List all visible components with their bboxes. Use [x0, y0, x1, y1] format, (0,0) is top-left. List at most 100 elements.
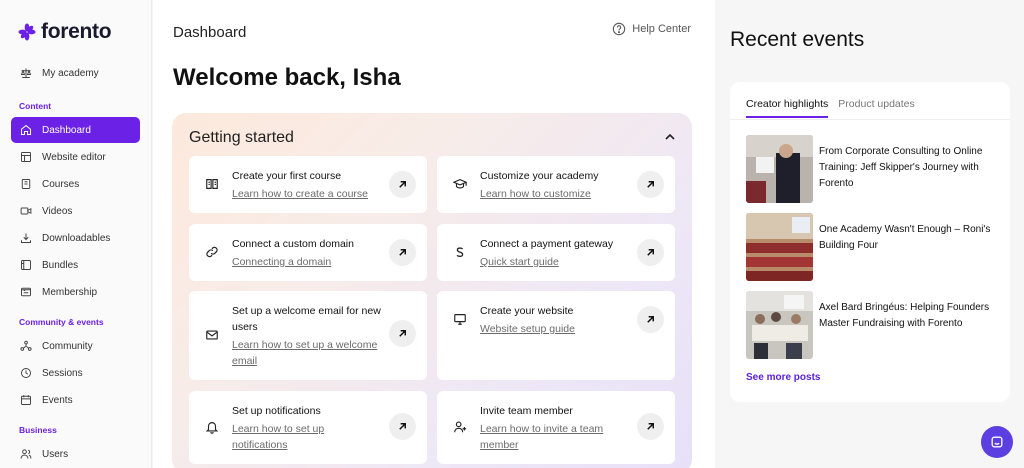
arrow-up-right-icon [647, 249, 654, 256]
card-arrow-button[interactable] [389, 239, 416, 266]
sidebar-item-label: Membership [42, 286, 98, 298]
card-payment-gateway[interactable]: Connect a payment gateway Quick start gu… [437, 224, 675, 281]
card-arrow-button[interactable] [637, 239, 664, 266]
card-title: Connect a custom domain [232, 238, 354, 250]
post-item[interactable]: Axel Bard Bringéus: Helping Founders Mas… [746, 291, 996, 359]
sidebar-item-label: Dashboard [42, 124, 91, 136]
post-thumbnail [746, 135, 813, 203]
sidebar-item-sessions[interactable]: Sessions [11, 360, 140, 386]
sidebar-section-community: Community & events [19, 317, 104, 327]
question-circle-icon [613, 22, 626, 36]
brand-name: forento [41, 20, 112, 43]
post-thumbnail [746, 291, 813, 359]
page-title: Dashboard [173, 24, 247, 41]
sidebar-item-label: Downloadables [42, 232, 111, 244]
book-icon [21, 179, 31, 189]
post-title: Axel Bard Bringéus: Helping Founders Mas… [819, 302, 990, 329]
recent-events-panel: Recent events Creator highlights Product… [716, 0, 1024, 468]
help-center-label: Help Center [632, 23, 691, 35]
user-plus-icon [454, 421, 467, 433]
getting-started-panel: Getting started Create your first course… [172, 113, 692, 468]
scale-icon [20, 68, 32, 78]
bell-icon [205, 422, 219, 434]
post-item[interactable]: One Academy Wasn't Enough – Roni's Build… [746, 213, 996, 281]
sidebar-item-downloadables[interactable]: Downloadables [11, 225, 140, 251]
sidebar-item-dashboard[interactable]: Dashboard [11, 117, 140, 143]
calendar-icon [21, 395, 31, 405]
sidebar-item-label: Courses [42, 178, 80, 190]
brand-logo[interactable]: forento [18, 20, 112, 44]
sidebar-item-label: Users [42, 448, 69, 460]
sidebar-item-label: Videos [42, 205, 73, 217]
sidebar-item-website-editor[interactable]: Website editor [11, 144, 140, 170]
sidebar-item-label: Community [42, 340, 93, 352]
card-title: Set up a welcome email for new users [232, 305, 381, 333]
arrow-up-right-icon [647, 316, 654, 323]
stripe-icon [456, 247, 464, 258]
graduation-cap-icon [453, 179, 467, 189]
card-link[interactable]: Website setup guide [480, 321, 630, 337]
sidebar-item-community[interactable]: Community [11, 333, 140, 359]
card-title: Connect a payment gateway [480, 238, 614, 250]
arrow-up-right-icon [399, 330, 406, 337]
download-icon [21, 233, 31, 243]
card-welcome-email[interactable]: Set up a welcome email for new users Lea… [189, 291, 427, 380]
card-link[interactable]: Connecting a domain [232, 254, 382, 270]
card-title: Create your website [480, 305, 574, 317]
help-center-link[interactable]: Help Center [612, 22, 691, 36]
card-create-course[interactable]: Create your first course Learn how to cr… [189, 156, 427, 213]
sidebar-item-my-academy[interactable]: My academy [11, 60, 140, 86]
arrow-up-right-icon [399, 249, 406, 256]
card-custom-domain[interactable]: Connect a custom domain Connecting a dom… [189, 224, 427, 281]
users-icon [20, 449, 32, 459]
card-arrow-button[interactable] [389, 171, 416, 198]
card-link[interactable]: Learn how to set up notifications [232, 421, 382, 453]
card-link[interactable]: Learn how to set up a welcome email [232, 337, 382, 369]
sidebar-item-videos[interactable]: Videos [11, 198, 140, 224]
post-title: One Academy Wasn't Enough – Roni's Build… [819, 224, 991, 251]
card-link[interactable]: Learn how to create a course [232, 186, 382, 202]
chat-launcher-button[interactable] [981, 426, 1013, 458]
card-link[interactable]: Learn how to invite a team member [480, 421, 630, 453]
chat-icon [991, 436, 1003, 448]
book-open-icon [206, 179, 218, 189]
tab-creator-highlights[interactable]: Creator highlights [746, 98, 829, 118]
card-title: Customize your academy [480, 170, 599, 182]
card-link[interactable]: Quick start guide [480, 254, 630, 270]
arrow-up-right-icon [399, 423, 406, 430]
sidebar-item-membership[interactable]: Membership [11, 279, 140, 305]
tabs-divider [730, 119, 1010, 120]
clock-icon [21, 368, 31, 378]
card-create-website[interactable]: Create your website Website setup guide [437, 291, 675, 380]
recent-events-title: Recent events [730, 28, 865, 51]
chevron-up-icon[interactable] [664, 131, 676, 143]
see-more-posts-link[interactable]: See more posts [746, 372, 820, 383]
card-arrow-button[interactable] [637, 171, 664, 198]
sidebar-section-business: Business [19, 425, 57, 435]
card-arrow-button[interactable] [637, 413, 664, 440]
mail-icon [206, 330, 218, 340]
video-icon [20, 207, 32, 215]
card-notifications[interactable]: Set up notifications Learn how to set up… [189, 391, 427, 464]
card-arrow-button[interactable] [637, 306, 664, 333]
card-arrow-button[interactable] [389, 413, 416, 440]
sidebar-item-bundles[interactable]: Bundles [11, 252, 140, 278]
post-item[interactable]: From Corporate Consulting to Online Trai… [746, 135, 996, 203]
bundle-icon [21, 260, 31, 270]
card-link[interactable]: Learn how to customize [480, 186, 630, 202]
sidebar-item-events[interactable]: Events [11, 387, 140, 413]
sidebar-item-label: Website editor [42, 151, 106, 163]
getting-started-title: Getting started [189, 129, 294, 146]
card-customize-academy[interactable]: Customize your academy Learn how to cust… [437, 156, 675, 213]
card-arrow-button[interactable] [389, 320, 416, 347]
card-title: Invite team member [480, 405, 573, 417]
post-thumbnail [746, 213, 813, 281]
sidebar-item-users[interactable]: Users [11, 441, 140, 467]
sidebar-item-courses[interactable]: Courses [11, 171, 140, 197]
card-invite-team-member[interactable]: Invite team member Learn how to invite a… [437, 391, 675, 464]
main-content: Dashboard Help Center Welcome back, Isha… [153, 0, 715, 468]
community-icon [20, 340, 32, 351]
tab-product-updates[interactable]: Product updates [838, 98, 914, 118]
welcome-heading: Welcome back, Isha [173, 64, 401, 91]
card-title: Create your first course [232, 170, 342, 182]
